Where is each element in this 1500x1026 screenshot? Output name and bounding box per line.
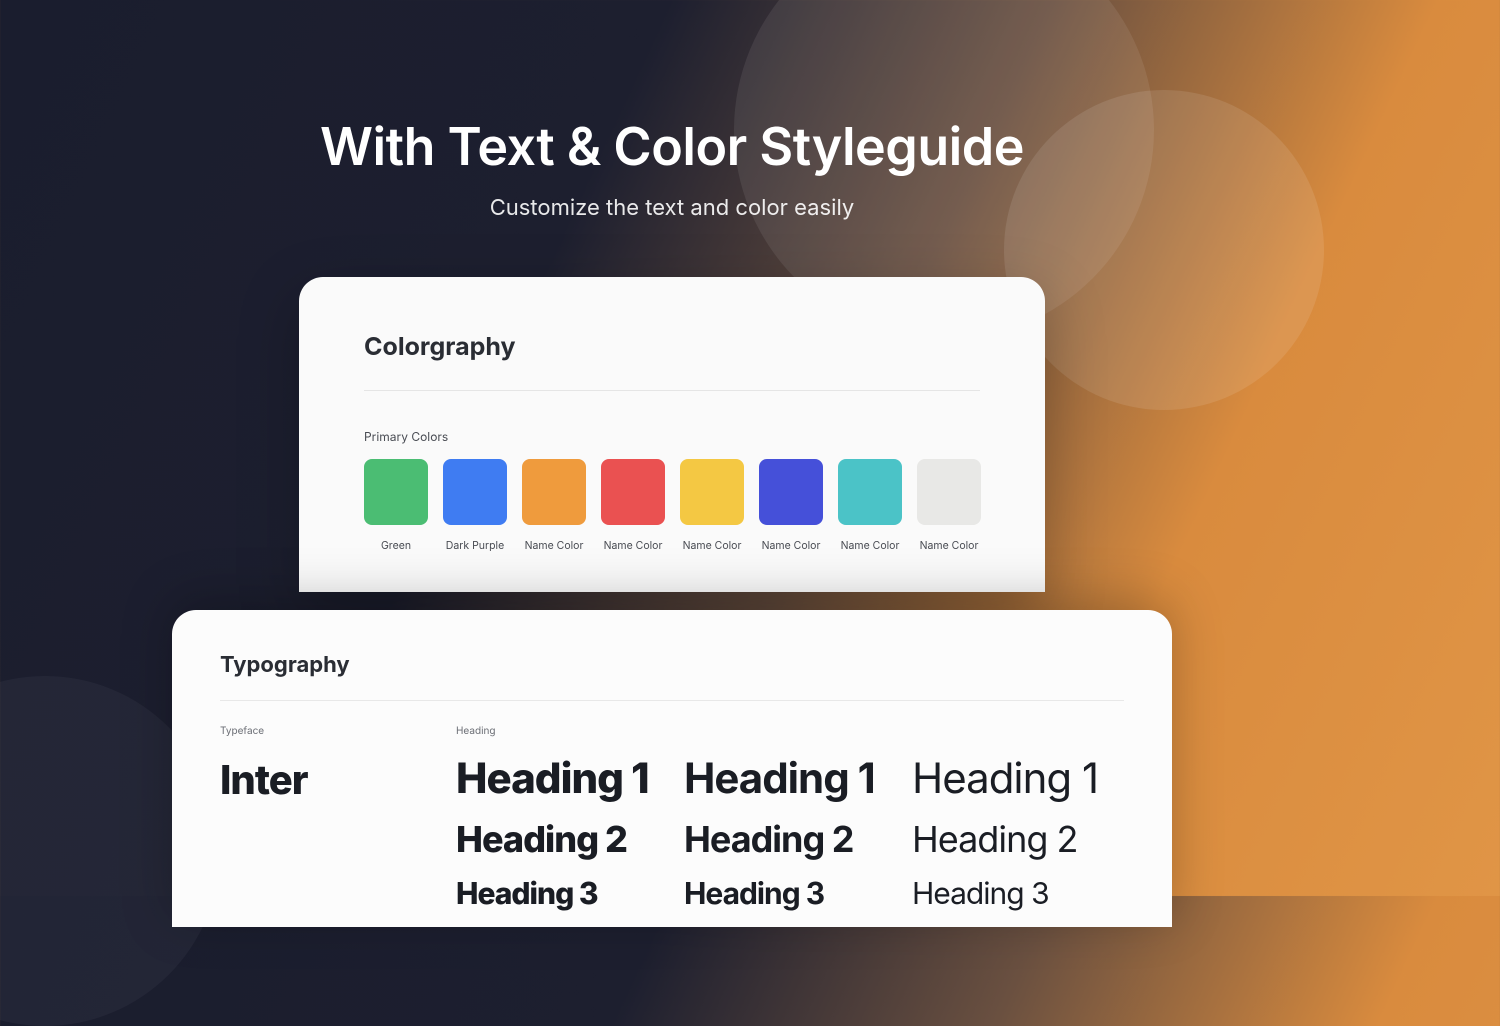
heading-label: Heading: [456, 725, 668, 737]
typeface-label: Typeface: [220, 725, 440, 737]
swatch-box: [759, 459, 823, 525]
swatch-label: Green: [381, 539, 411, 552]
heading-2-bold: Heading 2: [456, 819, 668, 860]
swatch-item: Name Color: [838, 459, 902, 552]
primary-colors-label: Primary Colors: [364, 429, 980, 444]
heading-3-semi: Heading 3: [684, 877, 896, 912]
colorgraphy-title: Colorgraphy: [364, 332, 980, 362]
swatch-box: [680, 459, 744, 525]
heading-column-semi: Heading 1 Heading 2 Heading 3: [684, 725, 896, 927]
heading-column-regular: Heading 1 Heading 2 Heading 3: [912, 725, 1124, 927]
swatch-box: [364, 459, 428, 525]
swatch-box: [917, 459, 981, 525]
heading-label-spacer: [912, 725, 1124, 737]
swatch-label: Name Color: [525, 539, 584, 552]
typography-title: Typography: [220, 652, 1124, 678]
swatch-item: Name Color: [680, 459, 744, 552]
swatch-label: Name Color: [841, 539, 900, 552]
swatch-item: Dark Purple: [443, 459, 507, 552]
typeface-name: Inter: [220, 755, 440, 804]
heading-2-semi: Heading 2: [684, 819, 896, 860]
swatch-label: Name Color: [604, 539, 663, 552]
swatch-box: [601, 459, 665, 525]
hero-subtitle: Customize the text and color easily: [490, 195, 855, 221]
heading-2-regular: Heading 2: [912, 819, 1124, 860]
swatch-label: Name Color: [683, 539, 742, 552]
swatch-label: Name Color: [762, 539, 821, 552]
heading-1-bold: Heading 1: [456, 755, 668, 803]
typography-card: Typography Typeface Inter Heading Headin…: [172, 610, 1172, 927]
swatch-item: Name Color: [917, 459, 981, 552]
heading-3-regular: Heading 3: [912, 877, 1124, 912]
colorgraphy-card: Colorgraphy Primary Colors Green Dark Pu…: [299, 277, 1045, 592]
swatch-item: Name Color: [601, 459, 665, 552]
hero-title: With Text & Color Styleguide: [320, 115, 1024, 178]
heading-1-semi: Heading 1: [684, 755, 896, 803]
divider: [364, 390, 980, 391]
swatch-item: Name Color: [522, 459, 586, 552]
swatch-item: Name Color: [759, 459, 823, 552]
heading-3-bold: Heading 3: [456, 877, 668, 912]
typeface-column: Typeface Inter: [220, 725, 440, 927]
swatch-item: Green: [364, 459, 428, 552]
heading-label-spacer: [684, 725, 896, 737]
decor-circle-medium: [1004, 90, 1324, 410]
heading-1-regular: Heading 1: [912, 755, 1124, 803]
swatch-box: [838, 459, 902, 525]
swatch-label: Dark Purple: [446, 539, 504, 552]
swatch-box: [522, 459, 586, 525]
swatch-label: Name Color: [920, 539, 979, 552]
typography-grid: Typeface Inter Heading Heading 1 Heading…: [220, 725, 1124, 927]
heading-column-bold: Heading Heading 1 Heading 2 Heading 3: [456, 725, 668, 927]
divider: [220, 700, 1124, 701]
swatch-row: Green Dark Purple Name Color Name Color …: [364, 459, 980, 552]
swatch-box: [443, 459, 507, 525]
